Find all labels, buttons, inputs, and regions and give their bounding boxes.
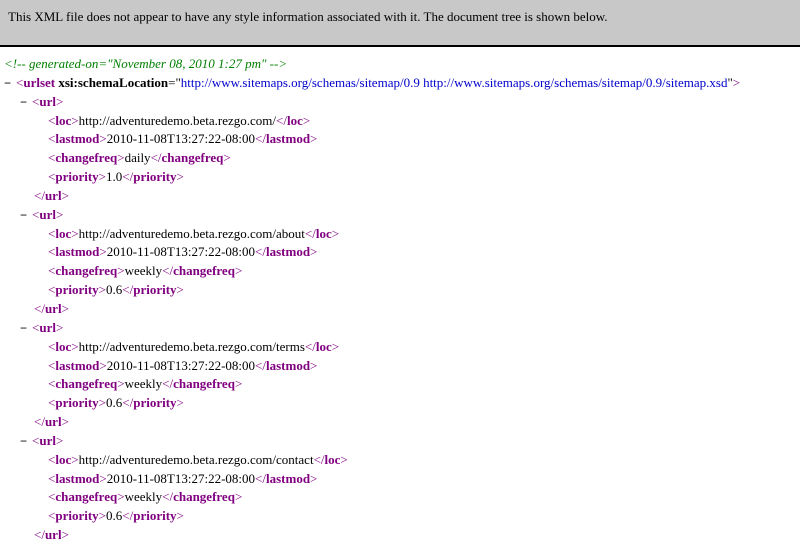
changefreq-line: <changefreq>weekly</changefreq> — [4, 375, 796, 394]
priority-tag: priority — [55, 282, 98, 297]
changefreq-tag: changefreq — [55, 489, 117, 504]
loc-tag: loc — [55, 339, 71, 354]
loc-tag: loc — [55, 113, 71, 128]
changefreq-tag: changefreq — [55, 263, 117, 278]
banner-text: This XML file does not appear to have an… — [8, 9, 608, 24]
lastmod-value: 2010-11-08T13:27:22-08:00 — [107, 131, 255, 146]
lastmod-line: <lastmod>2010-11-08T13:27:22-08:00</last… — [4, 470, 796, 489]
lastmod-line: <lastmod>2010-11-08T13:27:22-08:00</last… — [4, 243, 796, 262]
changefreq-value: weekly — [125, 376, 163, 391]
collapse-marker[interactable]: − — [20, 207, 32, 224]
url-tag: url — [39, 207, 56, 222]
angle-close: > — [733, 75, 740, 90]
comment-open: <!-- — [4, 56, 26, 71]
changefreq-line: <changefreq>weekly</changefreq> — [4, 488, 796, 507]
url-close-line: </url> — [4, 526, 796, 545]
changefreq-tag: changefreq — [55, 376, 117, 391]
changefreq-tag: changefreq — [55, 150, 117, 165]
loc-line: <loc>http://adventuredemo.beta.rezgo.com… — [4, 338, 796, 357]
priority-value: 0.6 — [106, 508, 122, 523]
url-close-line: </url> — [4, 413, 796, 432]
lastmod-line: <lastmod>2010-11-08T13:27:22-08:00</last… — [4, 357, 796, 376]
changefreq-value: daily — [125, 150, 151, 165]
loc-value: http://adventuredemo.beta.rezgo.com/ — [79, 113, 276, 128]
loc-line: <loc>http://adventuredemo.beta.rezgo.com… — [4, 225, 796, 244]
priority-value: 0.6 — [106, 282, 122, 297]
eq: =" — [168, 75, 181, 90]
urlset-open-line: −<urlset xsi:schemaLocation="http://www.… — [4, 74, 796, 93]
xml-no-style-banner: This XML file does not appear to have an… — [0, 0, 800, 47]
collapse-marker[interactable]: − — [20, 433, 32, 450]
loc-line: <loc>http://adventuredemo.beta.rezgo.com… — [4, 112, 796, 131]
lastmod-line: <lastmod>2010-11-08T13:27:22-08:00</last… — [4, 130, 796, 149]
comment-text: generated-on="November 08, 2010 1:27 pm" — [26, 56, 270, 71]
url-open-line: −<url> — [4, 319, 796, 338]
changefreq-line: <changefreq>weekly</changefreq> — [4, 262, 796, 281]
attr-val: http://www.sitemaps.org/schemas/sitemap/… — [181, 75, 728, 90]
lastmod-tag: lastmod — [55, 358, 99, 373]
xml-comment: <!-- generated-on="November 08, 2010 1:2… — [4, 55, 796, 74]
priority-tag: priority — [55, 395, 98, 410]
lastmod-value: 2010-11-08T13:27:22-08:00 — [107, 244, 255, 259]
changefreq-value: weekly — [125, 263, 163, 278]
lastmod-tag: lastmod — [55, 131, 99, 146]
comment-close: --> — [270, 56, 287, 71]
priority-line: <priority>1.0</priority> — [4, 168, 796, 187]
priority-tag: priority — [55, 169, 98, 184]
url-tag: url — [39, 433, 56, 448]
url-tag: url — [39, 320, 56, 335]
loc-value: http://adventuredemo.beta.rezgo.com/cont… — [79, 452, 314, 467]
url-open-line: −<url> — [4, 206, 796, 225]
loc-value: http://adventuredemo.beta.rezgo.com/term… — [79, 339, 305, 354]
priority-value: 0.6 — [106, 395, 122, 410]
changefreq-value: weekly — [125, 489, 163, 504]
loc-value: http://adventuredemo.beta.rezgo.com/abou… — [79, 226, 305, 241]
collapse-marker[interactable]: − — [20, 320, 32, 337]
priority-line: <priority>0.6</priority> — [4, 394, 796, 413]
url-close-line: </url> — [4, 187, 796, 206]
url-open-line: −<url> — [4, 432, 796, 451]
loc-line: <loc>http://adventuredemo.beta.rezgo.com… — [4, 451, 796, 470]
loc-tag: loc — [55, 452, 71, 467]
lastmod-value: 2010-11-08T13:27:22-08:00 — [107, 358, 255, 373]
lastmod-tag: lastmod — [55, 471, 99, 486]
priority-line: <priority>0.6</priority> — [4, 507, 796, 526]
xml-tree: <!-- generated-on="November 08, 2010 1:2… — [0, 47, 800, 551]
collapse-marker[interactable]: − — [4, 75, 16, 92]
urlset-tag: urlset — [23, 75, 55, 90]
changefreq-line: <changefreq>daily</changefreq> — [4, 149, 796, 168]
url-tag: url — [39, 94, 56, 109]
collapse-marker[interactable]: − — [20, 94, 32, 111]
url-open-line: −<url> — [4, 93, 796, 112]
lastmod-value: 2010-11-08T13:27:22-08:00 — [107, 471, 255, 486]
lastmod-tag: lastmod — [55, 244, 99, 259]
priority-tag: priority — [55, 508, 98, 523]
priority-value: 1.0 — [106, 169, 122, 184]
priority-line: <priority>0.6</priority> — [4, 281, 796, 300]
url-close-line: </url> — [4, 300, 796, 319]
attr-name: xsi:schemaLocation — [58, 75, 168, 90]
loc-tag: loc — [55, 226, 71, 241]
